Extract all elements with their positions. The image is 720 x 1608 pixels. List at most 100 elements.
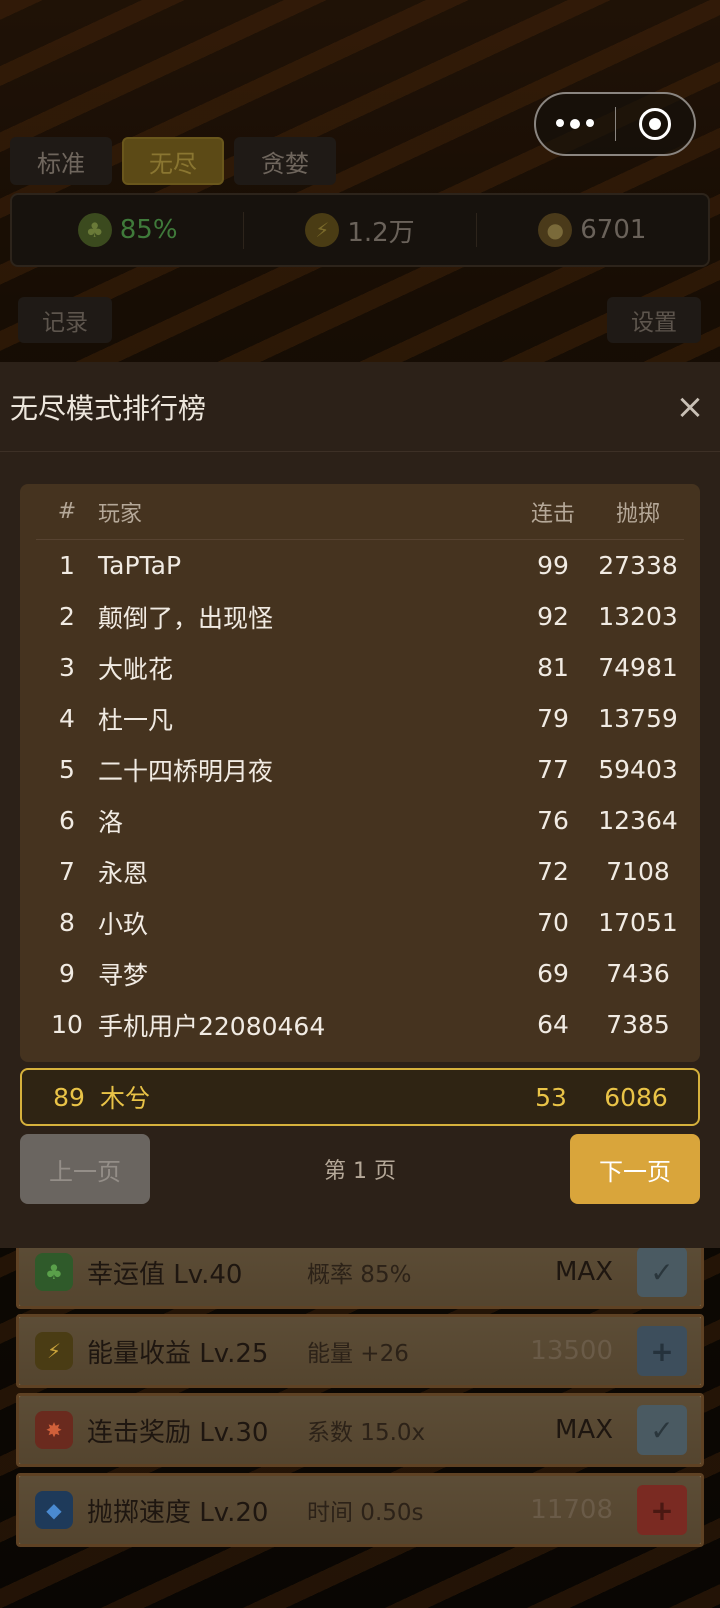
row-player: 杜一凡 xyxy=(98,705,174,735)
coin-icon: ● xyxy=(538,213,573,247)
combo-icon: ✸ xyxy=(35,1411,73,1449)
row-player: 大呲花 xyxy=(98,654,174,684)
row-throw: 7385 xyxy=(606,1010,670,1039)
mode-tabs: 标准 无尽 贪婪 xyxy=(10,137,336,185)
row-rank: 4 xyxy=(59,704,75,733)
row-player: 颠倒了，出现怪 xyxy=(98,603,274,633)
row-player: TaPTaP xyxy=(98,551,182,580)
tab-greedy[interactable]: 贪婪 xyxy=(234,137,336,185)
leaderboard-modal: 无尽模式排行榜 × # 玩家 连击 抛掷 1 TaPTaP 99 27338 2 颠倒了，… xyxy=(0,362,720,1248)
row-player: 寻梦 xyxy=(98,960,149,990)
table-row: 3 大呲花 81 74981 xyxy=(36,642,684,693)
bolt-icon: ⚡ xyxy=(305,213,340,247)
table-header: # 玩家 连击 抛掷 xyxy=(36,484,684,540)
miniprogram-capsule xyxy=(534,92,696,156)
plus-icon[interactable]: + xyxy=(637,1326,687,1376)
row-throw: 13759 xyxy=(598,704,678,733)
upgrade-cost: 11708 xyxy=(530,1495,613,1525)
tab-standard[interactable]: 标准 xyxy=(10,137,112,185)
coin-value: 6701 xyxy=(580,215,647,245)
row-player: 二十四桥明月夜 xyxy=(98,756,274,786)
check-icon[interactable]: ✓ xyxy=(637,1247,687,1297)
records-button[interactable]: 记录 xyxy=(18,297,112,343)
upgrade-cost: 13500 xyxy=(530,1336,613,1366)
row-combo: 79 xyxy=(537,704,569,733)
row-throw: 7108 xyxy=(606,857,670,886)
row-player: 洛 xyxy=(98,807,124,837)
my-throw: 6086 xyxy=(604,1082,668,1112)
modal-title: 无尽模式排行榜 xyxy=(10,391,207,425)
row-rank: 3 xyxy=(59,653,75,682)
upgrade-name: 幸运值 Lv.40 xyxy=(87,1259,243,1290)
upgrade-row: ◆ 抛掷速度 Lv.20 时间 0.50s 11708 + xyxy=(16,1473,704,1547)
table-row: 8 小玖 70 17051 xyxy=(36,897,684,948)
tab-endless[interactable]: 无尽 xyxy=(122,137,224,185)
clover-icon: ♣ xyxy=(77,213,112,247)
upgrade-effect: 概率 85% xyxy=(307,1262,412,1288)
table-row: 5 二十四桥明月夜 77 59403 xyxy=(36,744,684,795)
table-row: 7 永恩 72 7108 xyxy=(36,846,684,897)
upgrade-row: ⚡ 能量收益 Lv.25 能量 +26 13500 + xyxy=(16,1314,704,1388)
close-icon[interactable]: × xyxy=(670,387,710,427)
row-rank: 10 xyxy=(51,1010,83,1039)
energy-stat: ⚡ 1.2万 xyxy=(243,211,475,249)
shield-bolt-icon: ⚡ xyxy=(35,1332,73,1370)
more-button[interactable] xyxy=(536,94,615,154)
row-throw: 59403 xyxy=(598,755,678,784)
row-rank: 6 xyxy=(59,806,75,835)
row-combo: 64 xyxy=(537,1010,569,1039)
exit-button[interactable] xyxy=(616,94,695,154)
row-throw: 12364 xyxy=(598,806,678,835)
row-rank: 8 xyxy=(59,908,75,937)
speed-icon: ◆ xyxy=(35,1491,73,1529)
coin-stat: ● 6701 xyxy=(475,213,708,247)
target-icon xyxy=(638,108,671,140)
prev-page-button[interactable]: 上一页 xyxy=(20,1134,150,1204)
row-throw: 7436 xyxy=(606,959,670,988)
my-combo: 53 xyxy=(535,1082,567,1112)
row-combo: 69 xyxy=(537,959,569,988)
my-rank-row: 89 木兮 53 6086 xyxy=(20,1068,700,1126)
row-combo: 76 xyxy=(537,806,569,835)
next-page-button[interactable]: 下一页 xyxy=(569,1134,700,1204)
settings-button[interactable]: 设置 xyxy=(607,297,701,343)
row-combo: 70 xyxy=(537,908,569,937)
row-rank: 5 xyxy=(59,755,75,784)
row-player: 永恩 xyxy=(98,858,149,888)
row-throw: 17051 xyxy=(598,908,678,937)
upgrade-name: 能量收益 Lv.25 xyxy=(87,1338,269,1369)
row-player: 小玖 xyxy=(98,909,149,939)
row-combo: 72 xyxy=(537,857,569,886)
row-throw: 27338 xyxy=(598,551,678,580)
row-throw: 74981 xyxy=(598,653,678,682)
check-icon[interactable]: ✓ xyxy=(637,1405,687,1455)
row-rank: 9 xyxy=(59,959,75,988)
table-row: 10 手机用户22080464 64 7385 xyxy=(36,999,684,1050)
table-row: 2 颠倒了，出现怪 92 13203 xyxy=(36,591,684,642)
upgrade-cost: MAX xyxy=(554,1257,613,1287)
stats-bar: ♣ 85% ⚡ 1.2万 ● 6701 xyxy=(10,193,710,267)
row-rank: 2 xyxy=(59,602,75,631)
upgrade-effect: 系数 15.0x xyxy=(307,1420,426,1446)
header-combo: 连击 xyxy=(530,501,575,527)
upgrade-effect: 能量 +26 xyxy=(307,1341,409,1367)
table-row: 6 洛 76 12364 xyxy=(36,795,684,846)
my-player: 木兮 xyxy=(100,1084,151,1113)
table-row: 1 TaPTaP 99 27338 xyxy=(36,540,684,591)
upgrade-cost: MAX xyxy=(554,1415,613,1445)
row-combo: 92 xyxy=(537,602,569,631)
row-combo: 99 xyxy=(537,551,569,580)
row-combo: 77 xyxy=(537,755,569,784)
header-player: 玩家 xyxy=(98,501,143,527)
row-rank: 7 xyxy=(59,857,75,886)
upgrade-row: ✸ 连击奖励 Lv.30 系数 15.0x MAX ✓ xyxy=(16,1393,704,1467)
upgrade-name: 抛掷速度 Lv.20 xyxy=(87,1497,269,1528)
my-rank: 89 xyxy=(53,1082,85,1112)
energy-value: 1.2万 xyxy=(347,217,415,248)
row-rank: 1 xyxy=(59,551,75,580)
modal-header: 无尽模式排行榜 × xyxy=(0,362,720,452)
plus-icon[interactable]: + xyxy=(637,1485,687,1535)
luck-value: 85% xyxy=(119,215,178,245)
row-combo: 81 xyxy=(537,653,569,682)
row-player: 手机用户22080464 xyxy=(98,1011,326,1041)
